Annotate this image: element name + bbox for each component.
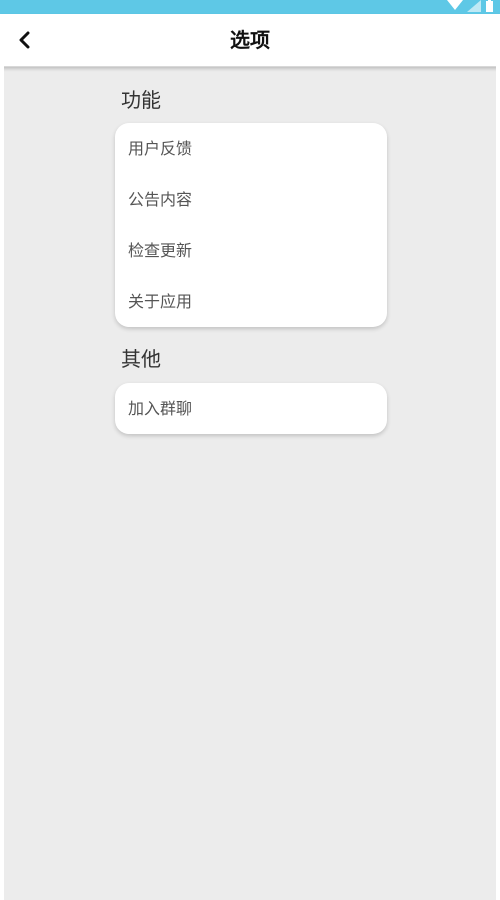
right-edge [496,66,500,900]
page-title: 选项 [230,28,270,52]
status-icons [447,0,494,14]
menu-item-feedback[interactable]: 用户反馈 [115,123,387,174]
section-title-others: 其他 [121,347,161,371]
wifi-icon [447,0,463,10]
others-card: 加入群聊 [115,383,387,434]
app-bar: 选项 [0,14,500,67]
menu-item-join-group[interactable]: 加入群聊 [115,383,387,434]
menu-item-announcements[interactable]: 公告内容 [115,174,387,225]
battery-icon [486,0,493,12]
left-edge [0,66,4,900]
menu-item-about[interactable]: 关于应用 [115,276,387,327]
menu-item-check-update[interactable]: 检查更新 [115,225,387,276]
section-title-features: 功能 [121,88,161,112]
features-card: 用户反馈 公告内容 检查更新 关于应用 [115,123,387,327]
signal-icon [467,0,481,12]
status-bar [0,0,500,14]
